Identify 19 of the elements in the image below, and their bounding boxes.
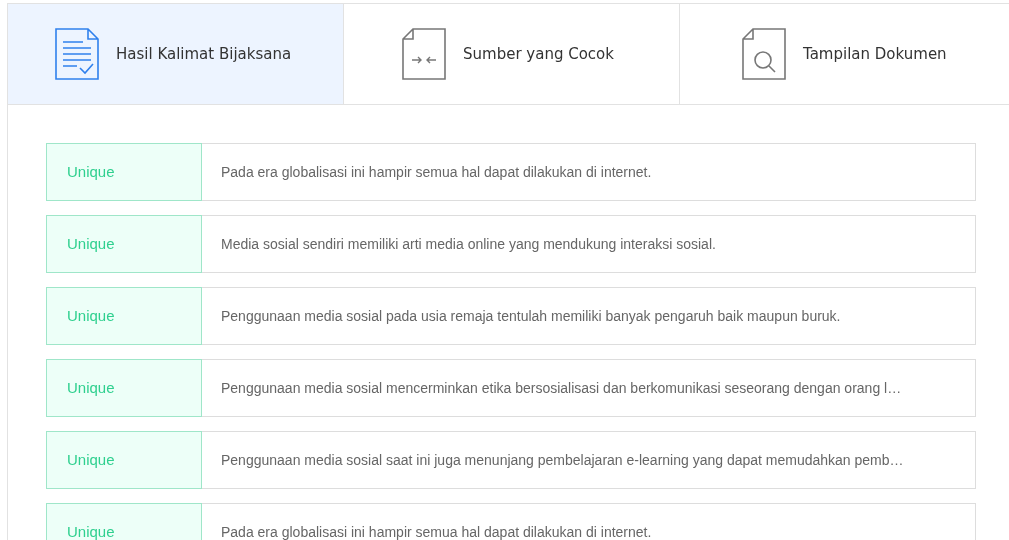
sentence-text: Penggunaan media sosial mencerminkan etika bersosialisasi dan berkomunikasi seseorang dengan orang l…: [220, 379, 902, 398]
sentence-text: Media sosial sendiri memiliki arti media online yang mendukung interaksi sosial.: [220, 235, 716, 254]
document-arrows-icon: [402, 27, 447, 81]
tab-label: Sumber yang Cocok: [463, 45, 614, 63]
status-label: Unique: [46, 143, 202, 201]
status-label: Unique: [46, 287, 202, 345]
tab[interactable]: Hasil Kalimat Bijaksana: [8, 4, 344, 104]
status-label: Unique: [46, 215, 202, 273]
sentence-text: Penggunaan media sosial saat ini juga menunjang pembelajaran e-learning yang dapat memudahkan pemb…: [220, 451, 904, 470]
status-label: Unique: [46, 503, 202, 540]
sentence-text: Penggunaan media sosial pada usia remaja tentulah memiliki banyak pengaruh baik maupun buruk.: [220, 307, 841, 326]
status-label: Unique: [46, 431, 202, 489]
sentence-text: Pada era globalisasi ini hampir semua hal dapat dilakukan di internet.: [220, 523, 652, 540]
document-search-icon: [742, 27, 787, 81]
document-check-icon: [55, 27, 100, 81]
tab-label: Hasil Kalimat Bijaksana: [116, 45, 292, 63]
status-label: Unique: [46, 359, 202, 417]
sentence-text: Pada era globalisasi ini hampir semua hal dapat dilakukan di internet.: [220, 163, 652, 182]
tab-label: Tampilan Dokumen: [803, 45, 947, 63]
